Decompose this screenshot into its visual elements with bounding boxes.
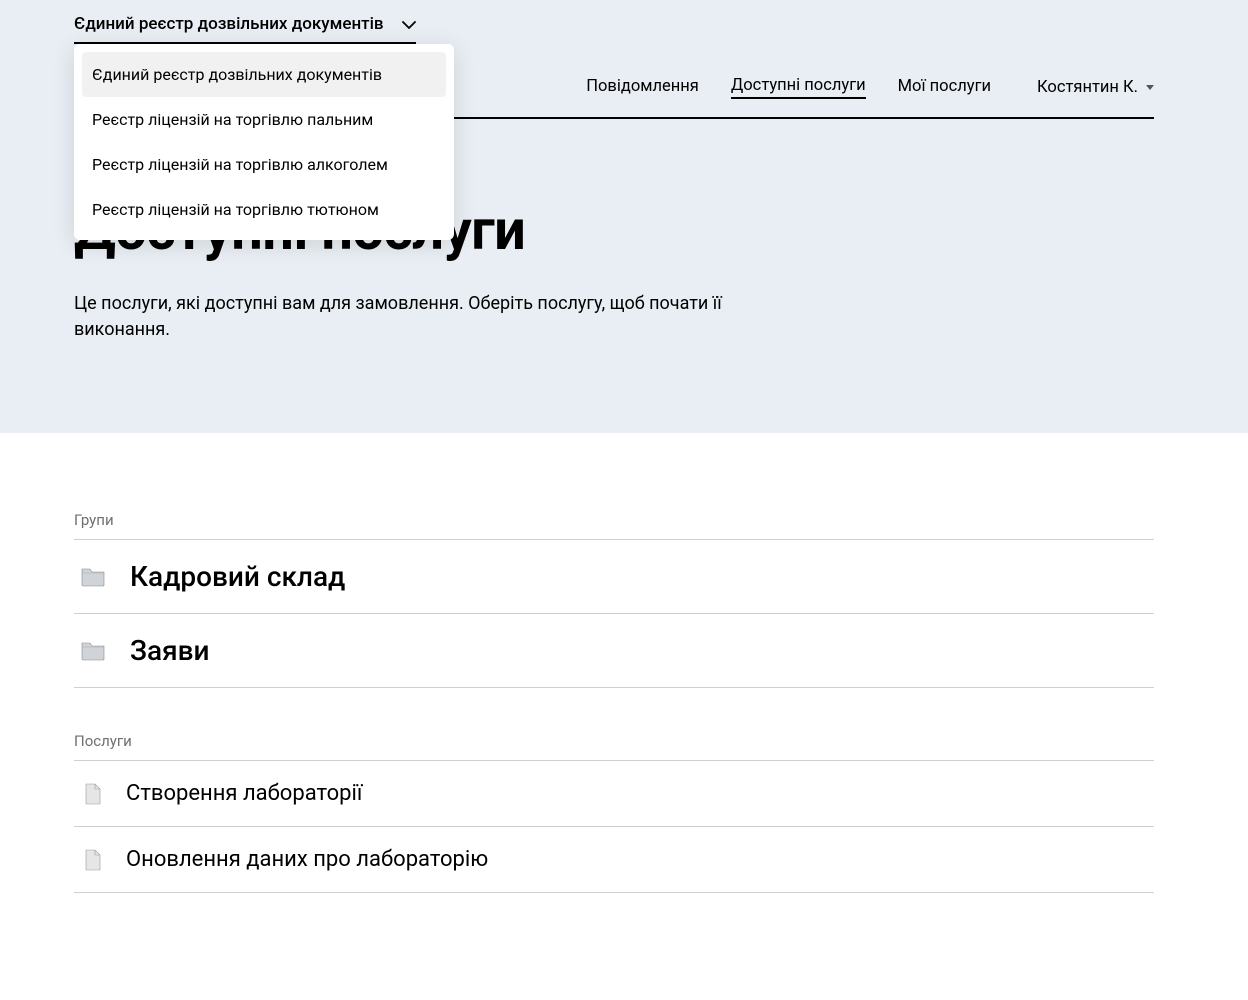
file-icon <box>74 849 102 871</box>
registry-selected-label: Єдиний реєстр дозвільних документів <box>74 14 384 34</box>
group-title: Кадровий склад <box>130 560 345 593</box>
registry-option[interactable]: Єдиний реєстр дозвільних документів <box>82 52 446 97</box>
folder-icon <box>74 566 106 588</box>
services-label: Послуги <box>74 732 1154 760</box>
registry-dropdown: Єдиний реєстр дозвільних документів Реєс… <box>74 44 454 240</box>
registry-selector[interactable]: Єдиний реєстр дозвільних документів <box>74 10 416 44</box>
chevron-down-icon <box>402 14 416 34</box>
group-row[interactable]: Заяви <box>74 613 1154 687</box>
registry-selector-wrapper: Єдиний реєстр дозвільних документів Єдин… <box>74 0 1154 44</box>
folder-icon <box>74 640 106 662</box>
services-list: Створення лабораторії Оновлення даних пр… <box>74 760 1154 893</box>
groups-list: Кадровий склад Заяви <box>74 539 1154 688</box>
nav-notifications[interactable]: Повідомлення <box>586 77 699 98</box>
service-row[interactable]: Створення лабораторії <box>74 760 1154 826</box>
service-title: Створення лабораторії <box>126 781 362 806</box>
group-row[interactable]: Кадровий склад <box>74 539 1154 613</box>
registry-option[interactable]: Реєстр ліцензій на торгівлю пальним <box>82 97 446 142</box>
user-menu[interactable]: Костянтин К. <box>1037 78 1154 97</box>
user-name: Костянтин К. <box>1037 78 1138 97</box>
nav-available-services[interactable]: Доступні послуги <box>731 76 866 99</box>
registry-option[interactable]: Реєстр ліцензій на торгівлю алкоголем <box>82 142 446 187</box>
nav-my-services[interactable]: Мої послуги <box>898 77 991 98</box>
service-row[interactable]: Оновлення даних про лабораторію <box>74 826 1154 892</box>
page-description: Це послуги, які доступні вам для замовле… <box>74 291 814 343</box>
registry-option[interactable]: Реєстр ліцензій на торгівлю тютюном <box>82 187 446 232</box>
group-title: Заяви <box>130 634 210 667</box>
caret-down-icon <box>1146 85 1154 90</box>
service-title: Оновлення даних про лабораторію <box>126 847 488 872</box>
file-icon <box>74 783 102 805</box>
groups-label: Групи <box>74 511 1154 539</box>
